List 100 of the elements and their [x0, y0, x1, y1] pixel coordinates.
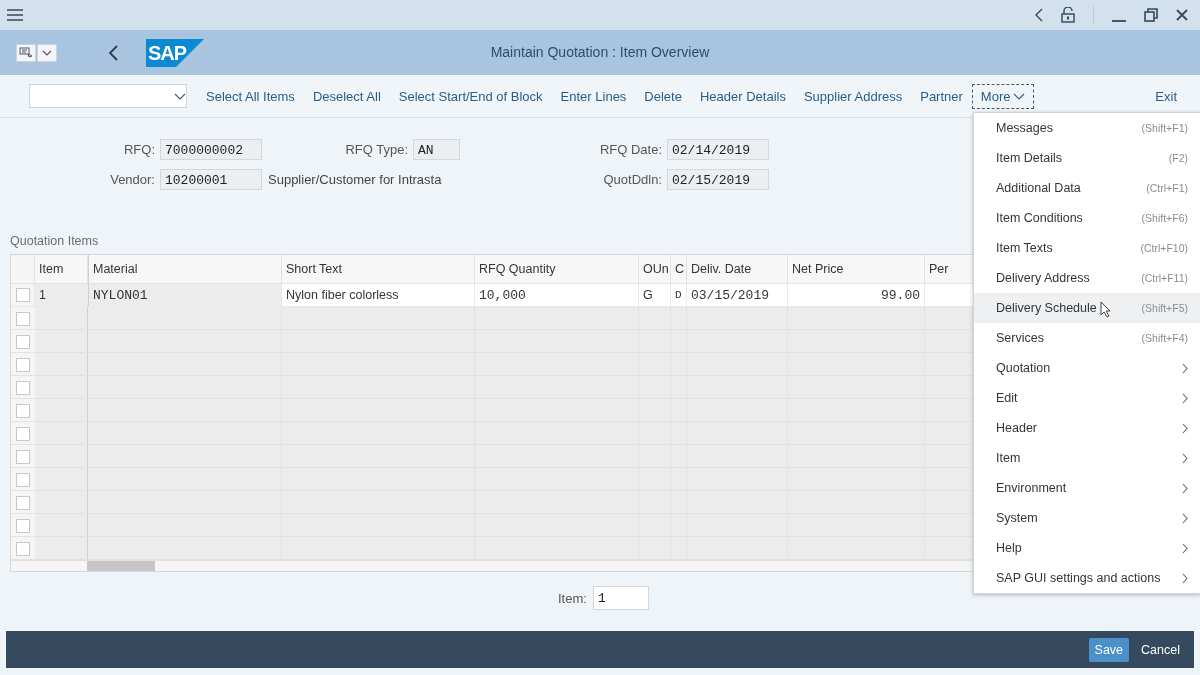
row-checkbox[interactable]	[16, 518, 30, 533]
row-checkbox[interactable]	[16, 288, 30, 302]
row-checkbox[interactable]	[16, 541, 30, 556]
menu-item-label: Header	[996, 421, 1037, 435]
toolbar-button[interactable]: Deselect All	[304, 84, 389, 108]
menu-item-label: Delivery Schedule	[996, 301, 1097, 315]
menu-item[interactable]: Messages (Shift+F1)	[974, 113, 1200, 143]
toolbar-button[interactable]: Enter Lines	[552, 84, 635, 108]
menu-item-label: Item Texts	[996, 241, 1053, 255]
chevron-right-icon	[1182, 482, 1188, 494]
command-field[interactable]	[29, 84, 187, 108]
table-cell[interactable]: Nylon fiber colorless	[282, 284, 475, 307]
screen-pointer-icon	[19, 46, 33, 59]
field-label: RFQ Date:	[599, 142, 662, 157]
table-cell[interactable]: NYLON01	[88, 284, 282, 307]
shortcut-label: (F2)	[1168, 152, 1188, 164]
row-checkbox[interactable]	[16, 311, 30, 326]
menu-item-label: Quotation	[996, 361, 1051, 375]
menu-item[interactable]: Item Details (F2)	[974, 143, 1200, 173]
table-cell[interactable]: 1	[35, 284, 88, 307]
table-cell[interactable]: 03/15/2019	[687, 284, 788, 307]
menu-item-label: Additional Data	[996, 181, 1081, 195]
chevron-right-icon	[1182, 572, 1188, 584]
chevron-right-icon	[1182, 362, 1188, 374]
shortcut-label: (Shift+F6)	[1141, 212, 1188, 224]
row-checkbox[interactable]	[16, 380, 30, 395]
toolbar-button[interactable]: Header Details	[691, 84, 794, 108]
row-checkbox[interactable]	[16, 334, 30, 349]
chevron-right-icon	[1182, 392, 1188, 404]
input-field[interactable]: 7000000002	[160, 139, 262, 160]
table-cell[interactable]: 99.00	[788, 284, 925, 307]
exit-button[interactable]: Exit	[1147, 84, 1185, 108]
table-cell[interactable]: D	[671, 284, 687, 307]
menu-item[interactable]: Edit	[974, 383, 1200, 413]
menu-item[interactable]: Quotation	[974, 353, 1200, 383]
select-all-cell[interactable]	[11, 255, 35, 284]
row-checkbox[interactable]	[16, 403, 30, 418]
row-checkbox[interactable]	[16, 495, 30, 510]
row-checkbox[interactable]	[16, 357, 30, 372]
input-field[interactable]: 10200001	[160, 169, 262, 190]
shortcut-label: (Shift+F4)	[1141, 332, 1188, 344]
back-chevron-icon[interactable]	[1035, 8, 1043, 22]
menu-item[interactable]: Item	[974, 443, 1200, 473]
unlocked-padlock-icon[interactable]	[1061, 7, 1075, 23]
row-checkbox[interactable]	[16, 449, 30, 464]
scrollbar-thumb[interactable]	[87, 561, 155, 571]
input-field[interactable]: 02/15/2019	[667, 169, 769, 190]
toolbar-button[interactable]: Select All Items	[198, 84, 303, 108]
menu-item[interactable]: Additional Data (Ctrl+F1)	[974, 173, 1200, 203]
table-cell[interactable]: G	[639, 284, 671, 307]
window-title: Maintain Quotation : Item Overview	[490, 44, 710, 60]
menu-item[interactable]: Services (Shift+F4)	[974, 323, 1200, 353]
menu-item[interactable]: Item Texts (Ctrl+F10)	[974, 233, 1200, 263]
chevron-down-icon	[174, 92, 186, 100]
menu-item[interactable]: System	[974, 503, 1200, 533]
field-label: Item:	[558, 590, 587, 606]
menu-item[interactable]: SAP GUI settings and actions	[974, 563, 1200, 593]
back-chevron-icon[interactable]	[109, 44, 118, 61]
toolbar-button[interactable]: Delete	[636, 84, 690, 108]
field-label: QuotDdln:	[603, 172, 662, 187]
menu-item-label: System	[996, 511, 1038, 525]
menu-item-label: Messages	[996, 121, 1053, 135]
sap-logo: SAP	[146, 38, 204, 67]
shortcut-label: (Ctrl+F1)	[1146, 182, 1188, 194]
row-checkbox[interactable]	[16, 472, 30, 487]
close-icon[interactable]	[1176, 9, 1188, 21]
menu-item[interactable]: Help	[974, 533, 1200, 563]
footer-button[interactable]: Cancel	[1135, 637, 1186, 662]
menu-item-label: Item Details	[996, 151, 1062, 165]
chevron-right-icon	[1182, 542, 1188, 554]
menu-item[interactable]: Environment	[974, 473, 1200, 503]
input-field[interactable]: AN	[413, 139, 460, 160]
menu-item-label: Item	[996, 451, 1021, 465]
input-field[interactable]: 02/14/2019	[667, 139, 769, 160]
chevron-down-icon	[42, 49, 52, 56]
shortcut-label: (Shift+F1)	[1141, 122, 1188, 134]
field-label: RFQ Type:	[345, 142, 408, 157]
row-checkbox[interactable]	[16, 426, 30, 441]
toolbar-button[interactable]: Partner	[912, 84, 971, 108]
menu-item-label: Services	[996, 331, 1044, 345]
menu-item[interactable]: Delivery Address (Ctrl+F11)	[974, 263, 1200, 293]
more-button[interactable]: More	[972, 84, 1034, 108]
menu-item[interactable]: Item Conditions (Shift+F6)	[974, 203, 1200, 233]
mouse-pointer-icon	[1100, 301, 1111, 318]
menu-item-label: Delivery Address	[996, 271, 1090, 285]
chevron-right-icon	[1182, 512, 1188, 524]
input-field[interactable]: 1	[592, 586, 649, 610]
restore-icon[interactable]	[1144, 8, 1158, 22]
toolbar-button[interactable]: Select Start/End of Block	[390, 84, 551, 108]
menu-item[interactable]: Delivery Schedule (Shift+F5)	[974, 293, 1200, 323]
menu-item[interactable]: Header	[974, 413, 1200, 443]
field-label: Vendor:	[110, 172, 155, 187]
menu-icon[interactable]	[7, 9, 23, 21]
field-description: Supplier/Customer for Intrasta	[268, 172, 442, 187]
toolbar-button[interactable]: Supplier Address	[795, 84, 911, 108]
chevron-right-icon	[1182, 422, 1188, 434]
screen-options-button[interactable]	[16, 43, 36, 62]
table-cell[interactable]: 10,000	[475, 284, 639, 307]
shortcut-label: (Shift+F5)	[1141, 302, 1188, 314]
dropdown-button[interactable]	[37, 43, 57, 62]
